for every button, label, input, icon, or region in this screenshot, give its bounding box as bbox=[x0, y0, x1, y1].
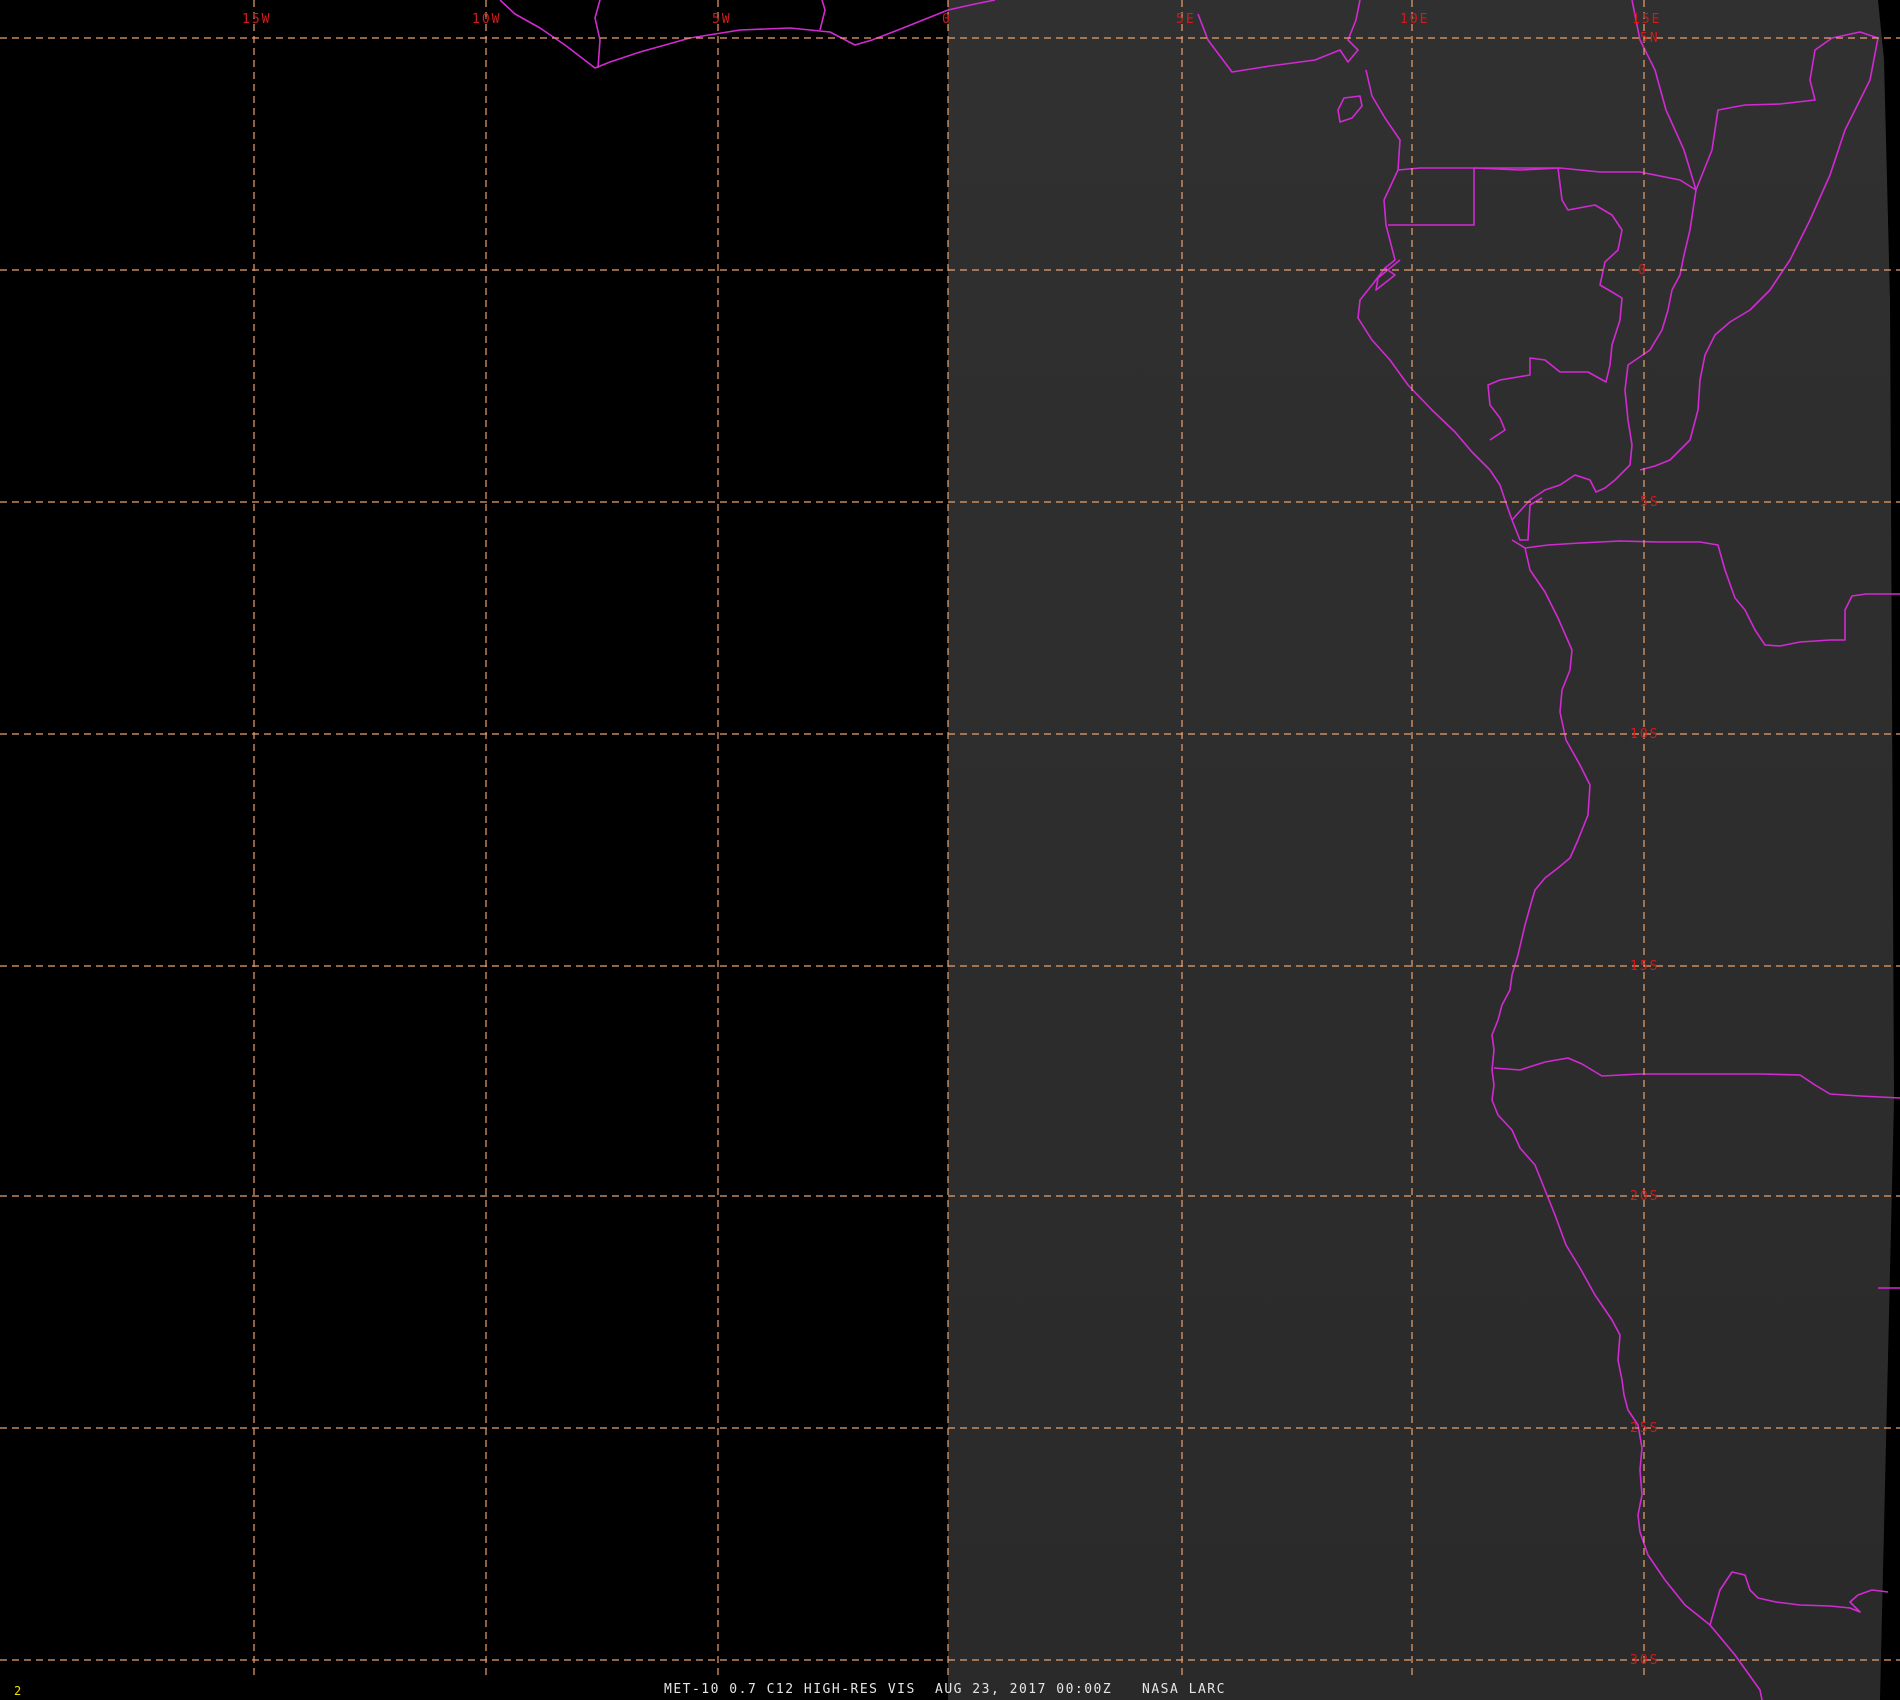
lon-label-15e: 15E bbox=[1632, 12, 1661, 27]
lon-label-15w: 15W bbox=[242, 12, 271, 27]
lat-label-5n: 5N bbox=[1640, 31, 1660, 46]
lat-label-5s: 5S bbox=[1640, 495, 1660, 510]
west-africa-coastline bbox=[499, 0, 996, 69]
lat-label-15s: 15S bbox=[1630, 959, 1659, 974]
frame-number: 2 bbox=[14, 1684, 22, 1698]
lat-label-10s: 10S bbox=[1630, 727, 1659, 742]
footer-source: NASA LARC bbox=[1142, 1682, 1226, 1697]
ghana-border bbox=[594, 0, 601, 69]
lon-label-10w: 10W bbox=[472, 12, 501, 27]
footer-datetime: AUG 23, 2017 00:00Z bbox=[935, 1682, 1113, 1697]
lat-label-20s: 20S bbox=[1630, 1189, 1659, 1204]
lon-label-10e: 10E bbox=[1400, 12, 1429, 27]
footer-product: MET-10 0.7 C12 HIGH-RES VIS bbox=[664, 1682, 916, 1697]
lat-label-30s: 30S bbox=[1630, 1653, 1659, 1668]
lat-label-0: 0 bbox=[1638, 263, 1648, 278]
lon-label-5e: 5E bbox=[1176, 12, 1196, 27]
lon-label-0: 0 bbox=[942, 12, 952, 27]
map-canvas: 15W 10W 5W 0 5E 10E 15E 5N 0 5S 10S 15S … bbox=[0, 0, 1900, 1700]
lat-label-25s: 25S bbox=[1630, 1421, 1659, 1436]
lon-label-5w: 5W bbox=[712, 12, 732, 27]
satellite-image-viewer: 15W 10W 5W 0 5E 10E 15E 5N 0 5S 10S 15S … bbox=[0, 0, 1900, 1700]
satellite-image-panel bbox=[948, 0, 1894, 1700]
togo-border bbox=[819, 0, 826, 31]
